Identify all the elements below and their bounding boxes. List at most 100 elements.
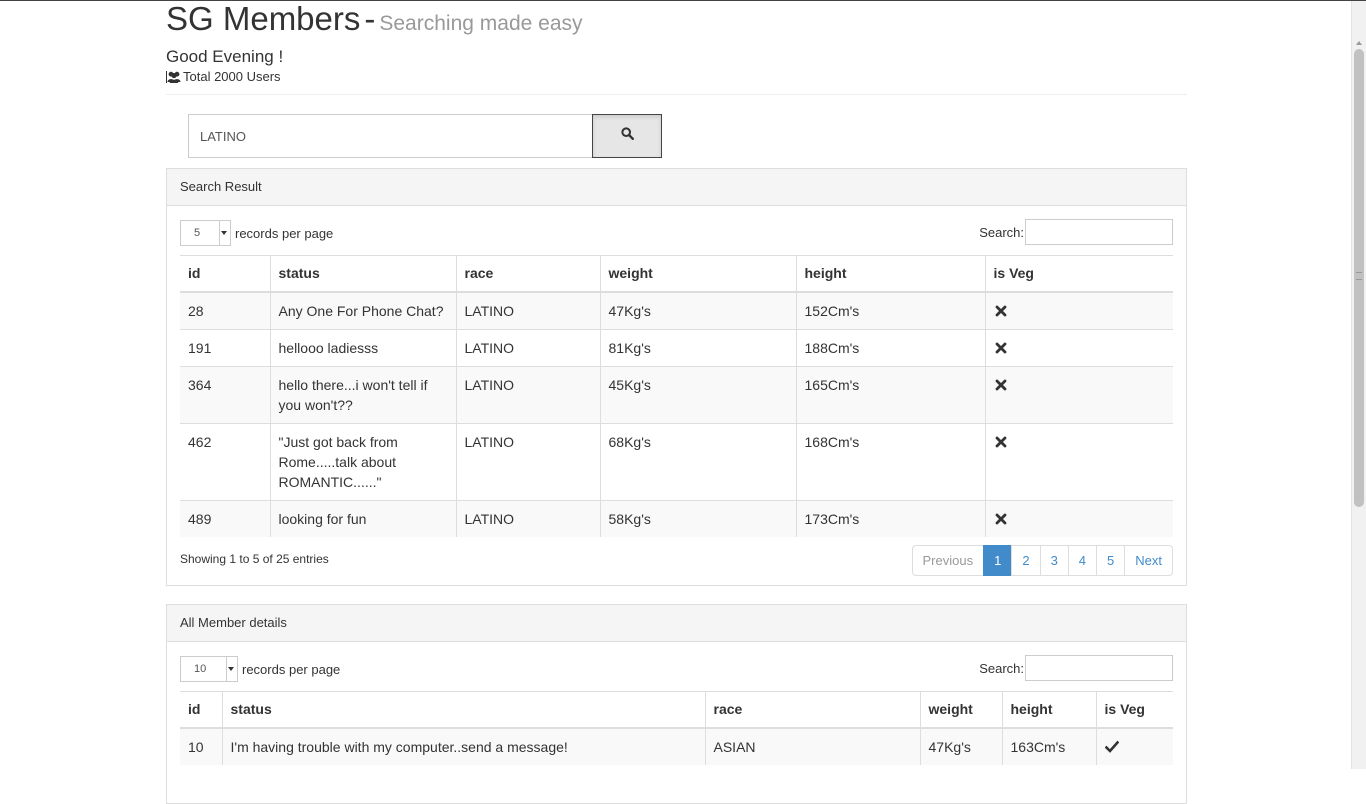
length-value: 10 [194,663,207,675]
cell-height: 173Cm's [795,499,985,537]
select-divider [226,657,227,681]
filter-label: Search: [979,224,1024,240]
cell-weight: 45Kg's [599,365,796,423]
cell-weight: 81Kg's [599,328,796,366]
pagination: Previous 1 2 3 4 5 Next [911,544,1173,576]
remove-icon [994,434,1008,448]
cell-status: hello there...i won't tell if you won't?… [269,365,456,423]
page-container: SG Members - Searching made easy Good Even… [166,0,1187,804]
table-row: 364 hello there...i won't tell if you won… [180,365,1173,423]
race-search-input[interactable]: LATINO [188,114,592,158]
search-result-filter-input[interactable] [1025,219,1173,245]
cell-weight: 47Kg's [919,727,1002,765]
table-row: 191 hellooo ladiesss LATINO 81Kg's 188Cm's [180,328,1173,366]
all-members-panel: All Member details 10 records per page S… [166,604,1187,804]
cell-id: 462 [180,422,270,500]
cell-status: I'm having trouble with my computer..sen… [221,727,705,765]
cell-height: 163Cm's [1001,727,1096,765]
table-row: 489 looking for fun LATINO 58Kg's 173Cm's [180,499,1173,537]
cell-id: 489 [180,499,270,537]
search-result-info: Showing 1 to 5 of 25 entries [180,551,329,566]
cell-status: Any One For Phone Chat? [269,291,456,329]
all-members-filter-input[interactable] [1025,655,1173,681]
cell-weight: 58Kg's [599,499,796,537]
cell-status: hellooo ladiesss [269,328,456,366]
search-button[interactable] [592,114,662,158]
column-header-is-veg[interactable]: is Veg [984,255,1173,293]
cell-status: looking for fun [269,499,456,537]
column-header-is-veg[interactable]: is Veg [1095,691,1173,729]
all-members-filter: Search: [979,655,1173,681]
search-result-length-select[interactable]: 5 [180,220,231,246]
cell-height: 168Cm's [795,422,985,500]
cell-race: ASIAN [704,727,920,765]
site-subtitle: Searching made easy [379,12,583,35]
column-header-height[interactable]: height [795,255,985,293]
cell-is-veg [984,328,1173,366]
cell-id: 191 [180,328,270,366]
chevron-down-icon [221,231,227,235]
column-header-id[interactable]: id [180,691,222,729]
check-icon [1104,739,1119,753]
all-members-length: 10 records per page [180,656,340,682]
cell-id: 10 [180,727,222,765]
column-header-status[interactable]: status [269,255,456,293]
site-title: SG Members [166,0,361,37]
table-row: 28 Any One For Phone Chat? LATINO 47Kg's 152… [180,291,1173,329]
pagination-previous[interactable]: Previous [911,544,985,576]
column-header-weight[interactable]: weight [599,255,796,293]
cell-is-veg [984,422,1173,500]
cell-height: 152Cm's [795,291,985,329]
all-members-length-select[interactable]: 10 [180,656,238,682]
race-search-value: LATINO [200,128,246,144]
cell-is-veg [984,499,1173,537]
pagination-page-3[interactable]: 3 [1039,544,1069,576]
cell-height: 188Cm's [795,328,985,366]
cell-id: 28 [180,291,270,329]
total-users: Total 2000 Users [166,69,1187,85]
length-label: records per page [235,225,334,241]
search-result-length: 5 records per page [180,220,333,246]
length-value: 5 [194,227,201,239]
cell-race: LATINO [455,328,600,366]
pagination-page-1[interactable]: 1 [983,544,1013,576]
cell-is-veg [1095,727,1173,765]
table-header-row: id status race weight height is Veg [180,691,1173,729]
filter-label: Search: [979,660,1024,676]
cell-weight: 68Kg's [599,422,796,500]
search-result-heading: Search Result [167,169,1186,206]
search-result-panel: Search Result 5 records per page Search: [166,168,1187,586]
users-icon [166,71,182,83]
title-separator: - [364,0,376,37]
length-label: records per page [242,661,341,677]
column-header-weight[interactable]: weight [919,691,1002,729]
remove-icon [994,511,1008,525]
pagination-page-2[interactable]: 2 [1011,544,1041,576]
search-result-table: id status race weight height is Veg 28 An… [180,255,1173,537]
pagination-page-5[interactable]: 5 [1096,544,1126,576]
select-divider [219,221,220,245]
cell-id: 364 [180,365,270,423]
all-members-table: id status race weight height is Veg 10 I'… [180,691,1173,765]
cell-race: LATINO [455,365,600,423]
cell-race: LATINO [455,291,600,329]
total-users-text: Total 2000 Users [183,69,281,84]
pagination-next[interactable]: Next [1124,544,1173,576]
column-header-height[interactable]: height [1001,691,1096,729]
cell-is-veg [984,365,1173,423]
search-icon [620,127,634,145]
column-header-race[interactable]: race [455,255,600,293]
cell-weight: 47Kg's [599,291,796,329]
column-header-race[interactable]: race [704,691,920,729]
column-header-id[interactable]: id [180,255,270,293]
cell-status: "Just got back from Rome.....talk about … [269,422,456,500]
cell-is-veg [984,291,1173,329]
scroll-up-arrow-icon[interactable] [1356,41,1362,45]
greeting-text: Good Evening ! [166,47,284,66]
chevron-down-icon [228,667,234,671]
page-scrollbar[interactable] [1351,1,1366,769]
cell-race: LATINO [455,499,600,537]
pagination-page-4[interactable]: 4 [1067,544,1098,576]
column-header-status[interactable]: status [221,691,705,729]
table-header-row: id status race weight height is Veg [180,255,1173,293]
